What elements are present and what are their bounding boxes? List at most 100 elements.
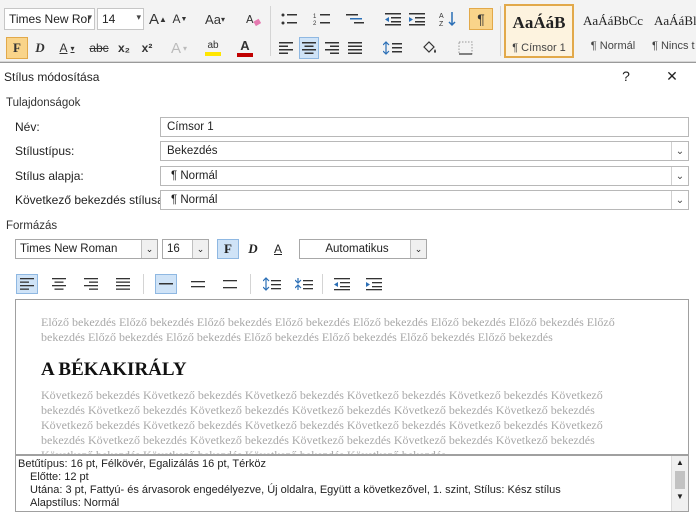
ribbon-divider [500, 6, 501, 56]
style-sample: AaÁáBbCc [583, 13, 643, 28]
scrollbar-thumb[interactable] [675, 471, 685, 489]
subscript-button[interactable]: x₂ [114, 37, 134, 59]
format-divider [250, 274, 251, 294]
name-input[interactable]: Címsor 1 [160, 117, 689, 137]
grow-font-button[interactable]: A ▲ [148, 8, 168, 30]
font-size-combo[interactable]: 14 ▾ [97, 8, 144, 30]
para-align-center-button[interactable] [48, 274, 70, 294]
font-color-label: A [240, 38, 250, 53]
double-spacing-button[interactable] [219, 274, 241, 294]
clear-formatting-button[interactable]: A [242, 8, 264, 30]
font-color-select[interactable]: Automatikus ⌄ [299, 239, 427, 259]
underline-button[interactable]: A ▾ [54, 37, 80, 59]
close-button[interactable]: ✕ [658, 65, 686, 87]
format-bold-label: F [224, 241, 232, 256]
based-on-select[interactable]: ¶ Normál ⌄ [160, 166, 689, 186]
increase-spacing-icon [263, 277, 281, 291]
style-type-select[interactable]: Bekezdés ⌄ [160, 141, 689, 161]
clear-formatting-icon: A [246, 13, 261, 27]
italic-label: D [35, 40, 45, 55]
paint-bucket-icon [423, 41, 436, 53]
increase-indent-button[interactable] [406, 8, 428, 30]
chevron-down-icon: ⌄ [410, 240, 426, 258]
superscript-label: x² [141, 41, 153, 55]
single-spacing-icon [159, 283, 173, 285]
increase-indent-icon [409, 13, 425, 26]
font-name-combo[interactable]: Times New Ror ▾ [4, 8, 95, 30]
single-spacing-button[interactable] [155, 274, 177, 294]
bullets-button[interactable] [276, 8, 302, 30]
help-button[interactable]: ? [612, 65, 640, 87]
justify-button[interactable] [345, 37, 365, 59]
format-italic-button[interactable]: D [242, 239, 264, 259]
borders-button[interactable] [452, 37, 480, 59]
increase-paragraph-spacing-button[interactable] [261, 274, 283, 294]
show-formatting-button[interactable]: ¶ [469, 8, 493, 30]
style-gallery-item-no-spacing[interactable]: AaÁáBl ¶ Nincs t [648, 4, 696, 58]
format-underline-label: A [273, 242, 282, 256]
font-color-button[interactable]: A [232, 37, 258, 59]
format-underline-button[interactable]: A [267, 239, 289, 259]
italic-button[interactable]: D [30, 37, 50, 59]
line-spacing-button[interactable] [380, 37, 408, 59]
one-half-spacing-button[interactable] [187, 274, 209, 294]
para-decrease-indent-button[interactable] [331, 274, 353, 294]
style-type-value: Bekezdés [167, 145, 218, 157]
description-scrollbar[interactable]: ▲ ▼ [671, 456, 688, 511]
one-half-spacing-icon [191, 281, 205, 288]
para-align-right-button[interactable] [80, 274, 102, 294]
align-center-button[interactable] [299, 37, 319, 59]
modify-style-dialog: Stílus módosítása ? ✕ Tulajdonságok Név:… [0, 62, 696, 512]
align-right-button[interactable] [322, 37, 342, 59]
decrease-indent-button[interactable] [382, 8, 404, 30]
para-justify-button[interactable] [112, 274, 134, 294]
next-style-label: Következő bekezdés stílusa: [15, 193, 168, 207]
chevron-down-icon: ⌄ [671, 191, 688, 209]
multilevel-list-button[interactable] [342, 8, 368, 30]
chevron-down-icon: ▾ [87, 12, 92, 22]
decrease-paragraph-spacing-button[interactable] [293, 274, 315, 294]
change-case-button[interactable]: Aa ▾ [200, 8, 230, 30]
based-on-label: Stílus alapja: [15, 169, 84, 183]
numbering-icon: 12 [313, 14, 330, 26]
format-divider [143, 274, 144, 294]
sort-button[interactable]: AZ [436, 8, 460, 30]
scroll-down-icon[interactable]: ▼ [672, 490, 688, 504]
font-family-select[interactable]: Times New Roman ⌄ [15, 239, 158, 259]
para-increase-indent-button[interactable] [363, 274, 385, 294]
strikethrough-button[interactable]: abc [88, 37, 110, 59]
change-case-label: Aa [205, 11, 221, 27]
bullets-icon [281, 13, 297, 25]
name-label: Név: [15, 120, 40, 134]
format-italic-label: D [248, 241, 258, 256]
text-effects-button[interactable]: A ▾ [166, 37, 192, 59]
style-gallery-item-heading1[interactable]: AaÁáB ¶ Címsor 1 [504, 4, 574, 58]
next-style-value: ¶ Normál [171, 194, 218, 206]
format-bold-button[interactable]: F [217, 239, 239, 259]
chevron-down-icon: ⌄ [192, 240, 208, 258]
scroll-up-icon[interactable]: ▲ [672, 456, 688, 470]
superscript-button[interactable]: x² [137, 37, 157, 59]
justify-icon [116, 278, 130, 290]
font-family-value: Times New Roman [20, 243, 118, 255]
highlight-label: ab [207, 40, 219, 51]
line-spacing-icon [383, 41, 402, 55]
next-style-select[interactable]: ¶ Normál ⌄ [160, 190, 689, 210]
font-size-select[interactable]: 16 ⌄ [162, 239, 209, 259]
numbering-button[interactable]: 12 [309, 8, 335, 30]
align-left-button[interactable] [276, 37, 296, 59]
shading-button[interactable] [418, 37, 446, 59]
justify-icon [348, 42, 362, 54]
style-gallery-item-normal[interactable]: AaÁáBbCc ¶ Normál [578, 4, 648, 58]
decrease-indent-icon [385, 13, 401, 26]
style-name: ¶ Normál [590, 40, 636, 52]
bold-button[interactable]: F [6, 37, 28, 59]
style-name: ¶ Címsor 1 [512, 42, 566, 54]
highlight-button[interactable]: ab [198, 37, 228, 59]
style-preview: Előző bekezdés Előző bekezdés Előző beke… [15, 299, 689, 455]
pilcrow-label: ¶ [477, 11, 485, 27]
font-color-bar [237, 53, 253, 57]
para-align-left-button[interactable] [16, 274, 38, 294]
shrink-font-button[interactable]: A ▼ [170, 8, 190, 30]
chevron-down-icon: ▾ [136, 12, 141, 22]
